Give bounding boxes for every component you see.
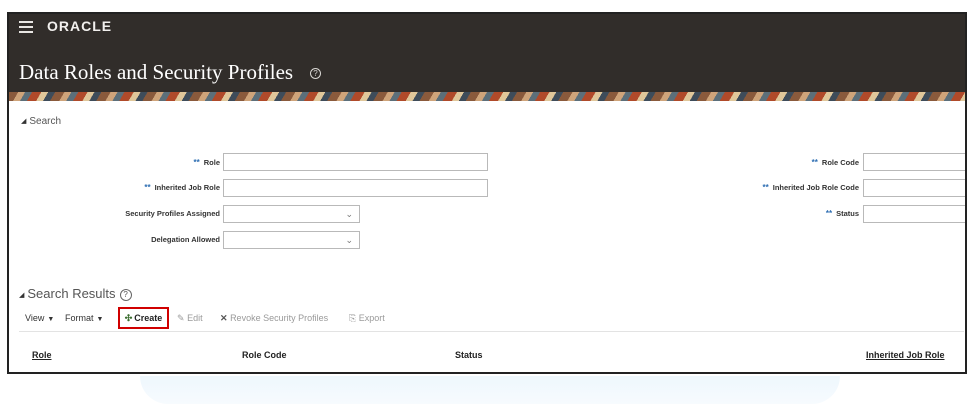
role-code-label: ** Role Code	[811, 158, 859, 167]
decorative-banner	[9, 92, 965, 101]
plus-icon: ✣	[124, 313, 133, 323]
chevron-down-icon: ⌄	[345, 235, 353, 245]
role-label: ** Role	[193, 158, 221, 167]
column-header-inherited-job-role[interactable]: Inherited Job Role	[866, 350, 945, 360]
inherited-job-role-code-input[interactable]	[863, 179, 965, 197]
help-icon[interactable]: ?	[119, 289, 132, 301]
page-title: Data Roles and Security Profiles	[19, 60, 294, 84]
required-marker: **	[193, 158, 200, 167]
search-results-label: Search Results	[27, 286, 116, 301]
column-header-status[interactable]: Status	[455, 350, 483, 360]
inherited-job-role-input[interactable]	[223, 179, 488, 197]
required-marker: **	[144, 183, 151, 192]
security-profiles-assigned-select[interactable]: ⌄	[223, 205, 360, 223]
pencil-icon: ✎	[177, 313, 185, 323]
status-label: ** Status	[825, 209, 859, 218]
caret-down-icon: ▼	[96, 316, 104, 323]
create-button[interactable]: ✣ Create	[118, 307, 169, 329]
toolbar-divider	[19, 331, 964, 332]
help-icon[interactable]: ?	[310, 68, 321, 79]
hamburger-menu-icon[interactable]	[19, 21, 33, 33]
role-input[interactable]	[223, 153, 488, 171]
search-results-section-toggle[interactable]: ◢ Search Results?	[19, 286, 132, 301]
x-icon: ✕	[220, 313, 228, 323]
required-marker: **	[762, 183, 769, 192]
background-decoration	[140, 376, 840, 404]
edit-button[interactable]: ✎ Edit	[177, 313, 203, 324]
delegation-allowed-select[interactable]: ⌄	[223, 231, 360, 249]
security-profiles-assigned-label: Security Profiles Assigned	[125, 209, 220, 218]
caret-down-icon: ▼	[47, 316, 55, 323]
header-bar: ORACLE Data Roles and Security Profiles …	[9, 14, 965, 92]
search-section-label: Search	[29, 116, 62, 127]
collapse-triangle-icon: ◢	[19, 291, 25, 299]
status-select[interactable]	[863, 205, 965, 223]
search-section-toggle[interactable]: ◢ Search	[21, 116, 61, 127]
oracle-logo[interactable]: ORACLE	[47, 18, 112, 34]
column-header-role[interactable]: Role	[32, 350, 52, 360]
delegation-allowed-label: Delegation Allowed	[151, 235, 220, 244]
view-menu[interactable]: View ▼	[25, 313, 54, 323]
role-code-input[interactable]	[863, 153, 965, 171]
export-icon: ⎘	[349, 313, 357, 323]
export-button[interactable]: ⎘ Export	[349, 313, 385, 324]
format-menu[interactable]: Format ▼	[65, 313, 103, 323]
chevron-down-icon: ⌄	[345, 209, 353, 219]
app-window: ORACLE Data Roles and Security Profiles …	[7, 12, 967, 374]
inherited-job-role-code-label: ** Inherited Job Role Code	[762, 183, 860, 192]
column-header-role-code[interactable]: Role Code	[242, 350, 287, 360]
required-marker: **	[825, 209, 833, 218]
collapse-triangle-icon: ◢	[21, 118, 27, 126]
revoke-security-profiles-button[interactable]: ✕ Revoke Security Profiles	[220, 313, 328, 324]
required-marker: **	[811, 158, 818, 167]
inherited-job-role-label: ** Inherited Job Role	[144, 183, 220, 192]
